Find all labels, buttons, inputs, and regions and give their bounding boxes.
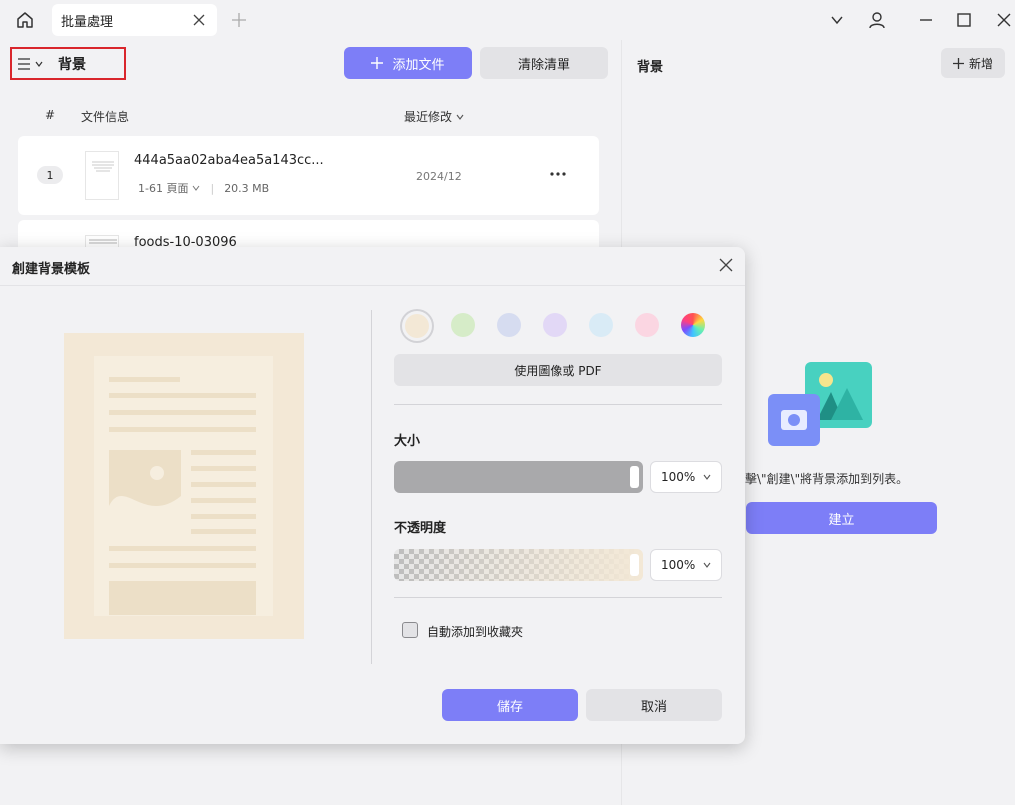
more-options-button[interactable] [546,166,570,182]
opacity-label: 不透明度 [394,521,447,536]
modified-date: 2024/12 [416,170,462,183]
chevron-down-icon [456,114,464,120]
maximize-button[interactable] [952,8,976,32]
clear-list-button[interactable]: 清除清單 [480,47,608,79]
background-preview [64,333,304,639]
tab-close-button[interactable] [191,12,207,28]
minimize-icon [920,19,932,21]
column-number: # [45,108,56,122]
empty-state-text: 擊\"創建\"將背景添加到列表。 [745,472,909,486]
size-label: 大小 [394,434,421,449]
minimize-button[interactable] [914,8,938,32]
slider-handle[interactable] [630,554,639,576]
chevron-down-icon [193,185,200,191]
add-file-button[interactable]: 添加文件 [344,47,472,79]
tool-title: 背景 [58,56,86,73]
chevron-down-icon [703,474,711,480]
file-size: 20.3 MB [224,181,270,195]
column-file-info: 文件信息 [81,110,130,124]
create-background-template-dialog: 創建背景模板 使用圖像或 PDF 大小 100% 不透明度 100% 自動添加到… [0,247,745,744]
swatch-beige[interactable] [405,314,429,338]
divider [0,285,745,286]
table-row[interactable]: 1 444a5aa02aba4ea5a143cc... 1-61 頁面 | 20… [18,136,599,215]
swatch-pink[interactable] [635,313,659,337]
plus-icon [371,57,384,69]
chevron-down-icon [831,16,843,25]
slider-handle[interactable] [630,466,639,488]
swatch-purple[interactable] [543,313,567,337]
dropdown-button[interactable] [825,8,849,32]
auto-add-checkbox[interactable] [402,622,418,638]
new-background-button[interactable]: 新增 [941,48,1005,78]
chevron-down-icon [703,562,711,568]
divider [394,597,722,598]
auto-add-label: 自動添加到收藏夾 [427,625,524,639]
opacity-slider[interactable] [394,549,643,581]
tab-label: 批量處理 [61,14,114,30]
close-icon [193,14,205,26]
cancel-button[interactable]: 取消 [586,689,722,721]
page-preview [94,356,273,616]
panel-title: 背景 [637,60,664,75]
window-close-button[interactable] [992,8,1015,32]
file-name: 444a5aa02aba4ea5a143cc... [134,153,324,168]
swatch-green[interactable] [451,313,475,337]
swatch-blue[interactable] [497,313,521,337]
dialog-close-button[interactable] [717,256,735,274]
plus-icon [232,13,246,27]
menu-icon [18,57,30,70]
close-icon [997,13,1011,27]
use-image-or-pdf-button[interactable]: 使用圖像或 PDF [394,354,722,386]
user-icon [869,12,885,29]
size-select[interactable]: 100% [650,461,722,493]
column-modified[interactable]: 最近修改 [404,108,464,125]
more-horizontal-icon [550,172,566,176]
color-picker-icon[interactable] [681,313,705,337]
file-meta: 1-61 頁面 | 20.3 MB [138,180,270,196]
create-button[interactable]: 建立 [746,502,937,534]
swatch-light-blue[interactable] [589,313,613,337]
chevron-down-icon [35,61,43,67]
dialog-title: 創建背景模板 [12,262,91,277]
size-slider[interactable] [394,461,643,493]
account-button[interactable] [865,8,889,32]
opacity-select[interactable]: 100% [650,549,722,581]
new-tab-button[interactable] [229,10,249,30]
home-button[interactable] [12,7,38,33]
close-icon [719,258,733,272]
vertical-divider [371,310,372,664]
tool-menu-button[interactable]: 背景 [10,47,126,80]
page-range[interactable]: 1-61 頁面 [138,180,188,196]
row-number: 1 [37,166,63,184]
home-icon [17,12,33,28]
maximize-icon [957,13,971,27]
file-thumbnail [85,151,119,200]
title-bar: 批量處理 [0,0,1015,40]
save-button[interactable]: 儲存 [442,689,578,721]
plus-icon [952,57,964,69]
tab-batch-process[interactable]: 批量處理 [52,4,217,36]
divider [394,404,722,405]
empty-state-illustration [767,358,875,448]
